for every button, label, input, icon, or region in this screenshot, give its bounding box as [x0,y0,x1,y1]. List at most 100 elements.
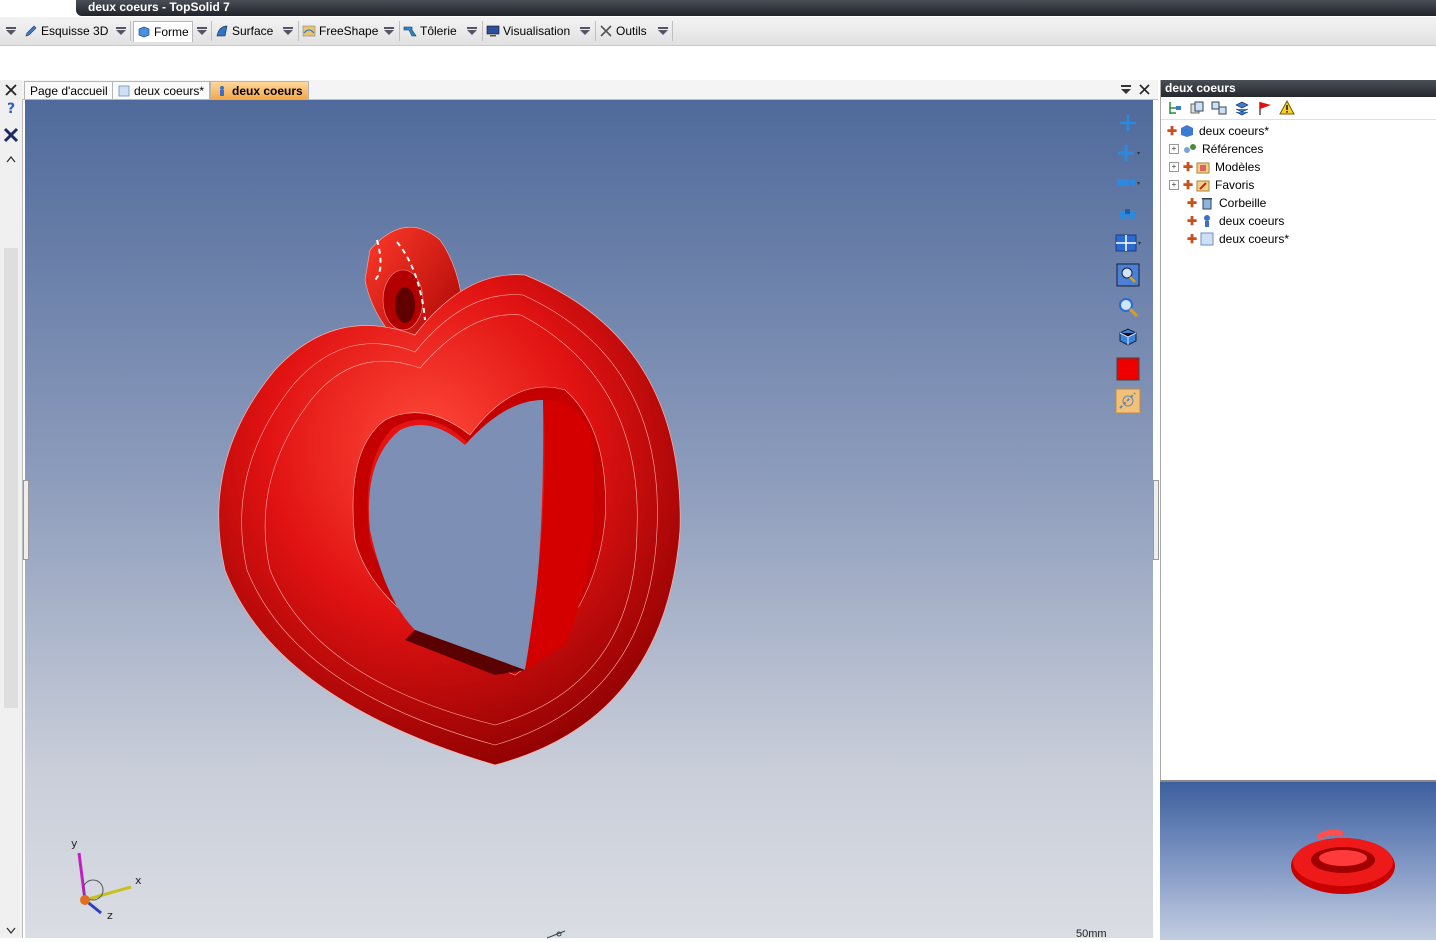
copy-icon[interactable] [1189,100,1205,116]
tree-node-part[interactable]: ✚ deux coeurs* [1187,230,1289,248]
ribbon-dropdown-icon[interactable] [382,23,396,39]
tree-node-label: deux coeurs [1219,214,1285,228]
preview-pane [1160,780,1436,940]
tree-node-label: deux coeurs* [1219,232,1290,246]
tree-node-references[interactable]: + Références [1169,140,1263,158]
flag-icon[interactable] [1257,100,1273,116]
tab-esquisse-3d[interactable]: Esquisse 3D [24,21,108,41]
favorites-folder-icon [1196,180,1210,192]
binoculars-icon [1119,209,1136,219]
doc-tab-label: deux coeurs* [134,83,205,98]
doc-tab-deux-coeurs-modified[interactable]: deux coeurs* [112,81,211,100]
camera-tool[interactable] [1114,170,1142,196]
doc-tab-deux-coeurs[interactable]: deux coeurs [210,81,309,100]
ribbon-dropdown-icon[interactable] [578,23,592,39]
tree-toolbar [1161,97,1436,120]
ribbon-dropdown-icon[interactable] [656,23,670,39]
zoom-fit-icon [1116,263,1140,287]
compare-icon[interactable] [1211,100,1227,116]
tree-node-label: deux coeurs* [1199,124,1270,138]
project-icon [1181,125,1193,137]
tab-visualisation[interactable]: Visualisation [486,21,570,41]
binoculars-tool[interactable] [1114,200,1142,226]
rotate-tool[interactable] [1114,140,1142,166]
expand-icon[interactable]: + [1169,144,1179,154]
ribbon-separator [211,21,212,41]
references-icon [1184,144,1196,153]
render-mode-tool[interactable] [1114,324,1142,350]
3d-viewport[interactable]: y x z [25,100,1153,938]
tab-surface[interactable]: Surface [215,21,273,41]
tab-freeshape[interactable]: FreeShape [302,21,378,41]
tab-list-dropdown-icon[interactable] [1119,83,1133,96]
scroll-down-icon[interactable] [5,926,17,936]
doc-tab-label: deux coeurs [232,83,303,98]
tab-label: Forme [154,25,189,39]
move-icon [1118,145,1140,161]
tree-node-label: Favoris [1215,178,1255,192]
tab-outils[interactable]: Outils [599,21,647,41]
tree-node-favoris[interactable]: + ✚ Favoris [1169,176,1254,194]
box-icon [138,26,150,38]
tab-label: Tôlerie [420,24,457,38]
doc-tab-home[interactable]: Page d'accueil [24,81,114,100]
tab-forme[interactable]: Forme [133,21,193,42]
left-scrollbar[interactable] [4,248,18,708]
layers-icon[interactable] [1234,100,1250,116]
document-icon [1200,232,1214,246]
ribbon-separator [399,21,400,41]
tree-node-corbeille[interactable]: ✚ Corbeille [1187,194,1266,212]
section-icon [1115,388,1141,414]
pan-tool[interactable] [1114,110,1142,136]
tree-node-label: Modèles [1215,160,1261,174]
add-icon: ✚ [1187,196,1198,210]
ribbon-separator [130,21,131,41]
ribbon-dropdown-icon[interactable] [195,23,209,39]
panel-title: deux coeurs [1161,80,1436,97]
zoom-tool[interactable] [1114,294,1142,320]
window-split-icon [1115,234,1141,252]
close-icon[interactable] [4,83,18,97]
transparency-tool[interactable] [1114,388,1142,414]
tree-node-label: Références [1202,142,1264,156]
document-tab-bar: Page d'accueil deux coeurs* deux coeurs [22,80,1158,100]
ribbon-dropdown-icon[interactable] [465,23,479,39]
title-bar-dark: deux coeurs - TopSolid 7 [76,0,1436,16]
color-tool[interactable] [1114,356,1142,382]
tree-node-project[interactable]: ✚ deux coeurs* [1167,122,1269,140]
trash-icon [1202,198,1212,210]
help-icon[interactable]: ? [4,100,18,116]
expand-icon[interactable]: + [1169,180,1179,190]
tree-node-label: Corbeille [1219,196,1267,210]
warning-icon[interactable] [1279,100,1295,116]
freeshape-icon [302,25,316,37]
scale-label: 50mm [1076,928,1107,940]
tab-label: FreeShape [319,24,379,38]
title-bar: deux coeurs - TopSolid 7 [0,0,1436,16]
ribbon-dropdown-icon[interactable] [4,23,18,39]
split-view-tool[interactable] [1114,230,1142,256]
ribbon-dropdown-icon[interactable] [281,23,295,39]
cancel-icon[interactable] [2,126,20,144]
scroll-up-icon[interactable] [5,154,17,164]
red-color-swatch-icon [1116,357,1140,381]
expand-icon[interactable]: + [1169,162,1179,172]
expand-tree-icon[interactable] [1167,100,1183,116]
close-document-icon[interactable] [1138,83,1152,96]
tree-node-assembly[interactable]: ✚ deux coeurs [1187,212,1284,230]
panel-splitter[interactable] [1153,480,1159,560]
models-folder-icon [1196,162,1210,174]
left-splitter[interactable] [23,480,29,560]
ribbon-dropdown-icon[interactable] [114,23,128,39]
axis-z-label: z [107,909,113,922]
ribbon-separator [298,21,299,41]
heart-pendant-model [218,226,681,766]
assembly-icon [1204,215,1210,227]
assembly-icon [220,85,224,96]
tab-tolerie[interactable]: Tôlerie [403,21,457,41]
tab-label: Outils [616,24,647,38]
tree-node-modeles[interactable]: + ✚ Modèles [1169,158,1260,176]
svg-text:?: ? [7,101,15,116]
zoom-fit-tool[interactable] [1114,262,1142,288]
tools-icon [600,25,612,37]
